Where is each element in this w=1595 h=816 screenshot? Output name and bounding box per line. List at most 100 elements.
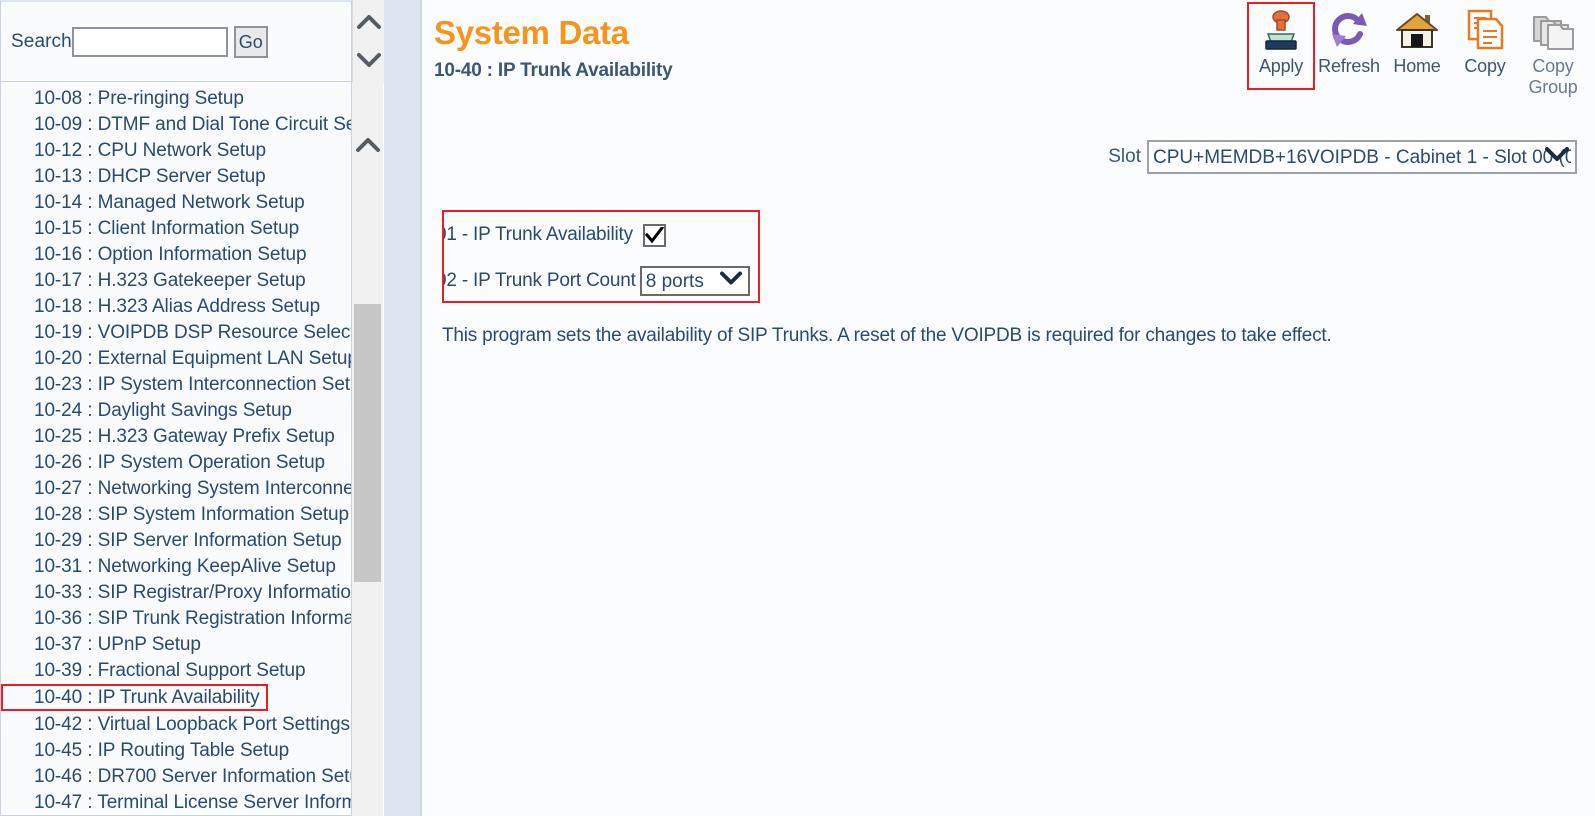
list-item: 10-27 : Networking System Interconnectio… [1,476,351,502]
copy-group-icon [1531,8,1575,57]
ip-trunk-port-count-label: 02 - IP Trunk Port Count [442,270,636,291]
menu-item[interactable]: 10-13 : DHCP Server Setup [1,164,351,190]
menu-item[interactable]: 10-19 : VOIPDB DSP Resource Selection [1,320,351,346]
menu-item[interactable]: 10-24 : Daylight Savings Setup [1,398,351,424]
list-item: 10-28 : SIP System Information Setup [1,502,351,528]
copy-button[interactable]: Copy [1451,2,1519,77]
copy-group-button[interactable]: Copy Group [1519,2,1587,98]
menu-item[interactable]: 10-37 : UPnP Setup [1,632,351,658]
list-item: 10-25 : H.323 Gateway Prefix Setup [1,424,351,450]
scroll-down-icon[interactable] [353,40,385,80]
icon-holder [1531,8,1575,56]
list-item: 10-31 : Networking KeepAlive Setup [1,554,351,580]
home-button[interactable]: Home [1383,2,1451,77]
menu-item[interactable]: 10-20 : External Equipment LAN Setup [1,346,351,372]
menu-item[interactable]: 10-36 : SIP Trunk Registration Informati… [1,606,351,632]
menu-item[interactable]: 10-23 : IP System Interconnection Setup [1,372,351,398]
list-item: 10-46 : DR700 Server Information Setup [1,764,351,790]
menu-item[interactable]: 10-31 : Networking KeepAlive Setup [1,554,351,580]
search-area: Search Go [0,0,352,82]
list-item: 10-29 : SIP Server Information Setup [1,528,351,554]
list-item: 10-14 : Managed Network Setup [1,190,351,216]
application-window: Search Go 10-08 : Pre-ringing Setup 10-09… [0,0,1595,816]
slot-select-wrapper: CPU+MEMDB+16VOIPDB - Cabinet 1 - Slot 00… [1147,140,1577,174]
menu-item[interactable]: 10-47 : Terminal License Server Informat… [1,790,351,815]
search-label: Search [11,30,72,52]
list-item: 10-20 : External Equipment LAN Setup [1,346,351,372]
list-item: 10-16 : Option Information Setup [1,242,351,268]
menu-scroll-up-icon[interactable] [352,130,383,160]
list-item: 10-42 : Virtual Loopback Port Settings [1,712,351,738]
toolbar-button-label: Copy Group [1528,56,1578,97]
list-item: 10-47 : Terminal License Server Informat… [1,790,351,815]
list-item: 10-08 : Pre-ringing Setup [1,86,351,112]
panel-divider [384,0,420,816]
page-subtitle: 10-40 : IP Trunk Availability [434,60,673,81]
list-item: 10-40 : IP Trunk Availability [1,684,351,712]
ip-trunk-availability-label: 01 - IP Trunk Availability [442,224,633,245]
outer-scrollbar[interactable] [352,0,384,84]
menu-scrollbar-thumb[interactable] [354,304,381,582]
list-item: 10-36 : SIP Trunk Registration Informati… [1,606,351,632]
toolbar-button-label: Home [1393,56,1441,76]
toolbar-button-label: Apply [1258,56,1304,76]
list-item: 10-24 : Daylight Savings Setup [1,398,351,424]
port-count-select-wrapper: 8 ports [636,266,750,296]
slot-selector-row: Slot CPU+MEMDB+16VOIPDB - Cabinet 1 - Sl… [1108,140,1577,174]
menu-item[interactable]: 10-46 : DR700 Server Information Setup [1,764,351,790]
list-item: 10-19 : VOIPDB DSP Resource Selection [1,320,351,346]
apply-button[interactable]: Apply [1247,2,1315,90]
list-item: 10-37 : UPnP Setup [1,632,351,658]
list-item: 10-15 : Client Information Setup [1,216,351,242]
copy-icon [1464,8,1506,57]
refresh-button[interactable]: Refresh [1315,2,1383,77]
stamp-icon [1260,8,1302,57]
menu-item[interactable]: 10-42 : Virtual Loopback Port Settings [1,712,351,738]
menu-item[interactable]: 10-26 : IP System Operation Setup [1,450,351,476]
left-navigation-panel: Search Go 10-08 : Pre-ringing Setup 10-09… [0,0,384,816]
menu-item[interactable]: 10-27 : Networking System Interconnectio… [1,476,351,502]
refresh-icon [1329,9,1369,56]
list-item: 10-12 : CPU Network Setup [1,138,351,164]
icon-holder [1395,8,1439,56]
list-item: 10-39 : Fractional Support Setup [1,658,351,684]
toolbar-button-label: Refresh [1318,56,1380,76]
menu-wrapper: 10-08 : Pre-ringing Setup 10-09 : DTMF an… [0,82,384,816]
ip-trunk-availability-checkbox[interactable] [642,223,666,247]
ip-trunk-port-count-select[interactable]: 8 ports [639,266,750,296]
go-button[interactable]: Go [233,25,268,58]
icon-holder [1260,8,1302,56]
search-input[interactable] [71,26,228,57]
slot-label: Slot [1108,146,1141,167]
menu-scrollbar[interactable] [352,82,383,816]
content-header: System Data 10-40 : IP Trunk Availabilit… [422,0,1595,104]
menu-item[interactable]: 10-14 : Managed Network Setup [1,190,351,216]
menu-item[interactable]: 10-33 : SIP Registrar/Proxy Information … [1,580,351,606]
menu-item[interactable]: 10-45 : IP Routing Table Setup [1,738,351,764]
menu-item[interactable]: 10-25 : H.323 Gateway Prefix Setup [1,424,351,450]
slot-select[interactable]: CPU+MEMDB+16VOIPDB - Cabinet 1 - Slot 00… [1147,140,1577,174]
menu-item[interactable]: 10-28 : SIP System Information Setup [1,502,351,528]
scroll-up-icon[interactable] [353,2,385,42]
menu-item[interactable]: 10-18 : H.323 Alias Address Setup [1,294,351,320]
menu-item[interactable]: 10-08 : Pre-ringing Setup [1,86,351,112]
ip-trunk-port-count-row: 02 - IP Trunk Port Count 8 ports [442,258,758,301]
menu-item[interactable]: 10-16 : Option Information Setup [1,242,351,268]
list-item: 10-23 : IP System Interconnection Setup [1,372,351,398]
menu-item[interactable]: 10-29 : SIP Server Information Setup [1,528,351,554]
settings-group: 01 - IP Trunk Availability 02 - IP Trunk… [442,210,760,303]
icon-holder [1329,8,1369,56]
menu-item-selected[interactable]: 10-40 : IP Trunk Availability [1,684,268,711]
list-item: 10-45 : IP Routing Table Setup [1,738,351,764]
toolbar-button-label: Copy [1464,56,1506,76]
menu-item[interactable]: 10-09 : DTMF and Dial Tone Circuit Setup [1,112,351,138]
menu-item[interactable]: 10-17 : H.323 Gatekeeper Setup [1,268,351,294]
menu-item[interactable]: 10-15 : Client Information Setup [1,216,351,242]
menu-item[interactable]: 10-39 : Fractional Support Setup [1,658,351,684]
menu-item[interactable]: 10-12 : CPU Network Setup [1,138,351,164]
menu-list: 10-08 : Pre-ringing Setup 10-09 : DTMF an… [0,82,352,816]
list-item: 10-33 : SIP Registrar/Proxy Information … [1,580,351,606]
list-item: 10-13 : DHCP Server Setup [1,164,351,190]
description-text: This program sets the availability of SI… [442,325,1332,346]
list-item: 10-18 : H.323 Alias Address Setup [1,294,351,320]
